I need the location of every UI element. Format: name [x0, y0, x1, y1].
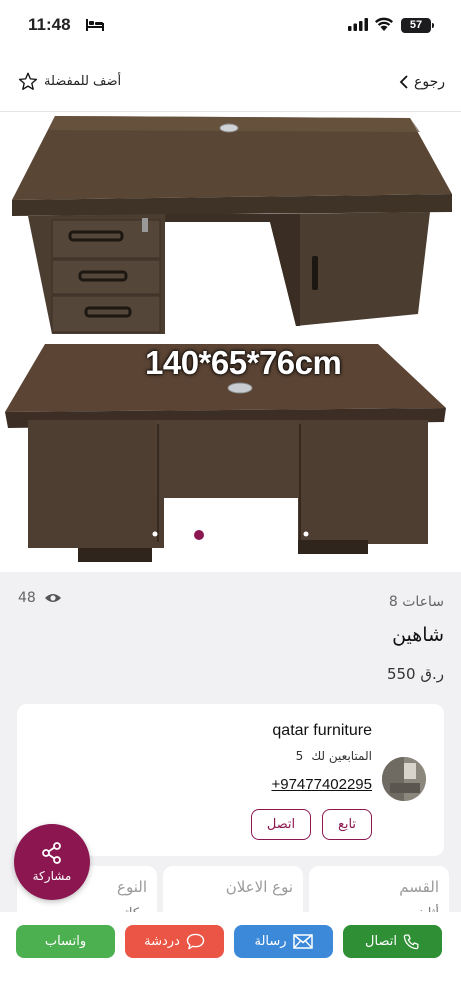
seller-card: qatar furniture المتابعين لك 5 +97477402… [17, 704, 444, 856]
view-count-value: 48 [18, 590, 36, 606]
carousel-page-indicator[interactable] [194, 530, 204, 540]
view-count: 48 [18, 590, 62, 606]
chat-bubble-icon [186, 933, 205, 950]
battery-indicator: 57 [401, 18, 431, 33]
type-label: النوع [117, 878, 147, 896]
seller-avatar-image [382, 757, 426, 801]
cellular-signal-icon [348, 18, 368, 31]
whatsapp-button-label: واتساب [44, 934, 87, 949]
chat-button[interactable]: دردشة [125, 925, 224, 958]
back-button[interactable]: رجوع [399, 74, 445, 90]
sleep-focus-icon [86, 19, 104, 31]
posted-time: 8 ساعات [388, 594, 444, 610]
status-bar: 11:48 57 [0, 0, 461, 50]
envelope-icon [292, 934, 313, 949]
chevron-left-icon [399, 75, 408, 89]
desk-product-photo [5, 116, 452, 562]
eye-icon [44, 594, 61, 602]
status-time: 11:48 [28, 15, 71, 34]
ad-type-label: نوع الاعلان [225, 878, 293, 896]
back-label: رجوع [413, 74, 445, 90]
listing-title: شاهين [392, 624, 444, 646]
share-label: مشاركة [32, 869, 72, 883]
image-carousel[interactable]: 140*65*76cm [0, 112, 461, 572]
battery-cap [432, 23, 434, 28]
top-nav-bar: رجوع أضف للمفضلة [0, 50, 461, 112]
message-button[interactable]: رسالة [234, 925, 333, 958]
call-button-label: اتصال [365, 934, 397, 949]
followers-count: 5 [295, 749, 304, 763]
seller-name: qatar furniture [272, 722, 372, 739]
seller-phone-link[interactable]: +97477402295 [271, 776, 372, 793]
seller-avatar[interactable] [382, 757, 426, 801]
message-button-label: رسالة [254, 934, 287, 949]
whatsapp-button[interactable]: واتساب [16, 925, 115, 958]
call-button[interactable]: اتصال [343, 925, 442, 958]
add-favorite-button[interactable]: أضف للمفضلة [18, 72, 121, 91]
phone-icon [403, 934, 419, 950]
follow-button[interactable]: تابع [322, 809, 372, 840]
listing-price: 550 ر.ق [386, 665, 444, 683]
dimensions-overlay-text: 140*65*76cm [145, 344, 342, 381]
category-label: القسم [399, 878, 439, 896]
share-icon [42, 842, 61, 864]
followers-info: المتابعين لك 5 [296, 749, 372, 763]
call-seller-button[interactable]: اتصل [251, 809, 311, 840]
followers-label: المتابعين لك [311, 749, 372, 763]
wifi-icon [375, 17, 393, 31]
chat-button-label: دردشة [144, 934, 180, 949]
bottom-action-bar: اتصال رسالة دردشة واتساب [0, 912, 461, 1000]
star-outline-icon [18, 72, 38, 90]
share-button[interactable]: مشاركة [14, 824, 90, 900]
favorite-label: أضف للمفضلة [44, 74, 122, 89]
